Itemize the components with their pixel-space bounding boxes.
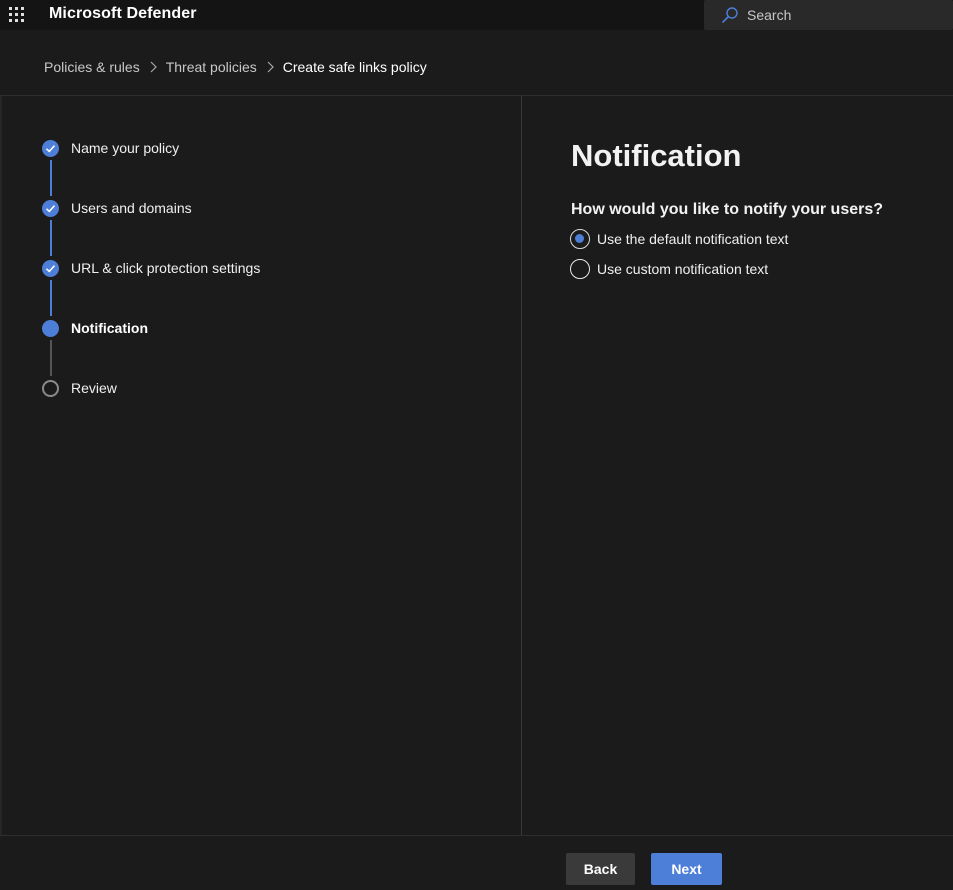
step-label: Name your policy [71,140,180,156]
current-step-icon [42,319,59,337]
breadcrumb: Policies & rules Threat policies Create … [44,58,427,76]
breadcrumb-policies-rules[interactable]: Policies & rules [44,59,140,75]
radio-default-notification[interactable]: Use the default notification text [570,229,788,249]
breadcrumb-threat-policies[interactable]: Threat policies [166,59,257,75]
top-bar: Microsoft Defender Search [0,0,953,30]
step-notification[interactable]: Notification [42,319,148,337]
search-box[interactable]: Search [704,0,953,30]
checkmark-icon [42,259,59,277]
step-label: URL & click protection settings [71,260,261,276]
step-connector [50,280,52,316]
wizard-footer: Back Next [0,836,953,890]
notification-question: How would you like to notify your users? [571,201,884,218]
chevron-right-icon [140,61,166,73]
radio-label[interactable]: Use the default notification text [597,231,788,247]
step-name-your-policy[interactable]: Name your policy [42,139,179,157]
chevron-right-icon [257,61,283,73]
waffle-icon[interactable] [9,7,25,23]
notification-content-panel: Notification How would you like to notif… [522,96,953,835]
page-title: Notification [571,138,742,173]
radio-unselected-icon[interactable] [570,259,590,279]
step-connector [50,160,52,196]
search-input[interactable]: Search [747,7,791,23]
checkmark-icon [42,199,59,217]
checkmark-icon [42,139,59,157]
pending-step-icon [42,379,59,397]
breadcrumb-current: Create safe links policy [282,59,427,75]
step-label: Users and domains [71,200,192,216]
next-button[interactable]: Next [651,853,722,885]
app-title[interactable]: Microsoft Defender [49,5,197,23]
search-icon [722,7,738,23]
step-label: Notification [71,320,148,336]
step-connector [50,220,52,256]
back-button[interactable]: Back [566,853,635,885]
step-label: Review [71,380,117,396]
step-connector [50,340,52,376]
wizard-steps-panel: Name your policy Users and domains URL &… [0,96,521,835]
radio-selected-icon[interactable] [570,229,590,249]
radio-label[interactable]: Use custom notification text [597,261,768,277]
radio-custom-notification[interactable]: Use custom notification text [570,259,768,279]
step-url-click-protection[interactable]: URL & click protection settings [42,259,260,277]
step-users-and-domains[interactable]: Users and domains [42,199,192,217]
step-review[interactable]: Review [42,379,117,397]
